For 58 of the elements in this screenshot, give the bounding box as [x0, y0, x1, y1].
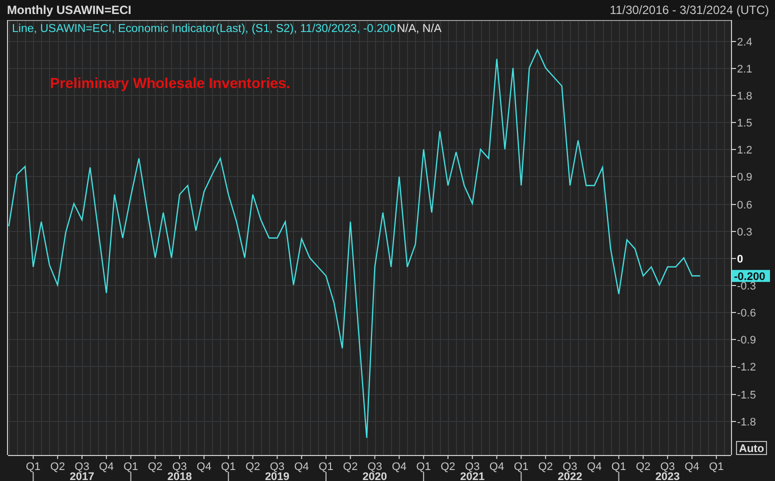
date-range-text: 11/30/2016 - 3/31/2024 (UTC): [610, 3, 769, 17]
axis-label: Q3: [270, 461, 285, 473]
year-label: 2017: [70, 471, 94, 481]
axis-label: Q2: [440, 461, 456, 473]
axis-label: -0.9: [737, 334, 756, 346]
axis-label: Q4: [684, 461, 700, 473]
axis-label: Q1: [514, 461, 529, 473]
axis-label: Q4: [587, 461, 602, 473]
axis-label: Q3: [74, 461, 90, 473]
legend-text: N/A, N/A: [396, 23, 442, 35]
axis-label: Q2: [343, 461, 358, 473]
axis-label: 1.2: [737, 144, 752, 156]
axis-label: Q1: [709, 461, 724, 473]
axis-label: 0.6: [737, 200, 752, 212]
axis-label: Q2: [148, 461, 163, 473]
axis-label: Q3: [660, 461, 675, 473]
axis-label: Q3: [562, 461, 578, 473]
chart-header-title: Monthly USAWIN=ECI: [7, 3, 132, 17]
axis-label: Q3: [465, 461, 480, 473]
year-label: 2020: [362, 471, 388, 481]
year-label: 2019: [264, 471, 290, 481]
axis-label: Q4: [489, 461, 504, 473]
axis-label: Q3: [367, 461, 382, 473]
axis-label: Q4: [196, 461, 212, 473]
chart-title: Preliminary Wholesale Inventories.: [50, 76, 290, 92]
axis-label: Q2: [538, 461, 553, 473]
year-label: 2018: [167, 471, 192, 481]
year-label: 2023: [655, 471, 680, 481]
axis-label: Q4: [392, 461, 407, 473]
year-label: 2022: [558, 471, 582, 481]
axis-label: 1.5: [737, 118, 752, 130]
axis-label: 0.9: [737, 172, 752, 184]
axis-label: -1.8: [737, 416, 756, 428]
axis-label: 0: [737, 254, 744, 266]
legend-text: Line, USAWIN=ECI, Economic Indicator(Last), (S1, S2), 11/30/2023, -0.200: [12, 23, 396, 35]
axis-label: Q1: [123, 461, 138, 473]
axis-label: -0.6: [737, 308, 756, 320]
axis-label: Q1: [26, 461, 41, 473]
axis-label: -0.3: [737, 280, 756, 292]
axis-label: Q2: [636, 461, 650, 473]
axis-label: -1.2: [737, 362, 756, 374]
axis-label: Q1: [221, 461, 236, 473]
axis-label: Q4: [99, 461, 114, 473]
axis-label: 1.8: [737, 90, 752, 102]
axis-label: 0.3: [737, 226, 752, 238]
axis-label: Q2: [245, 461, 260, 473]
year-label: 2021: [460, 471, 485, 481]
auto-button[interactable]: Auto: [736, 441, 767, 455]
axis-label: Q4: [294, 461, 309, 473]
axis-label: -1.5: [737, 390, 756, 402]
last-value-badge: -0.200: [732, 270, 770, 283]
axis-label: Q1: [318, 461, 334, 473]
axis-label: Q1: [416, 461, 431, 473]
axis-label: 2.4: [737, 36, 752, 48]
axis-label: Q2: [50, 461, 65, 473]
axis-label: Q3: [172, 461, 187, 473]
axis-label: 2.1: [737, 64, 752, 76]
axis-label: Q1: [611, 461, 626, 473]
